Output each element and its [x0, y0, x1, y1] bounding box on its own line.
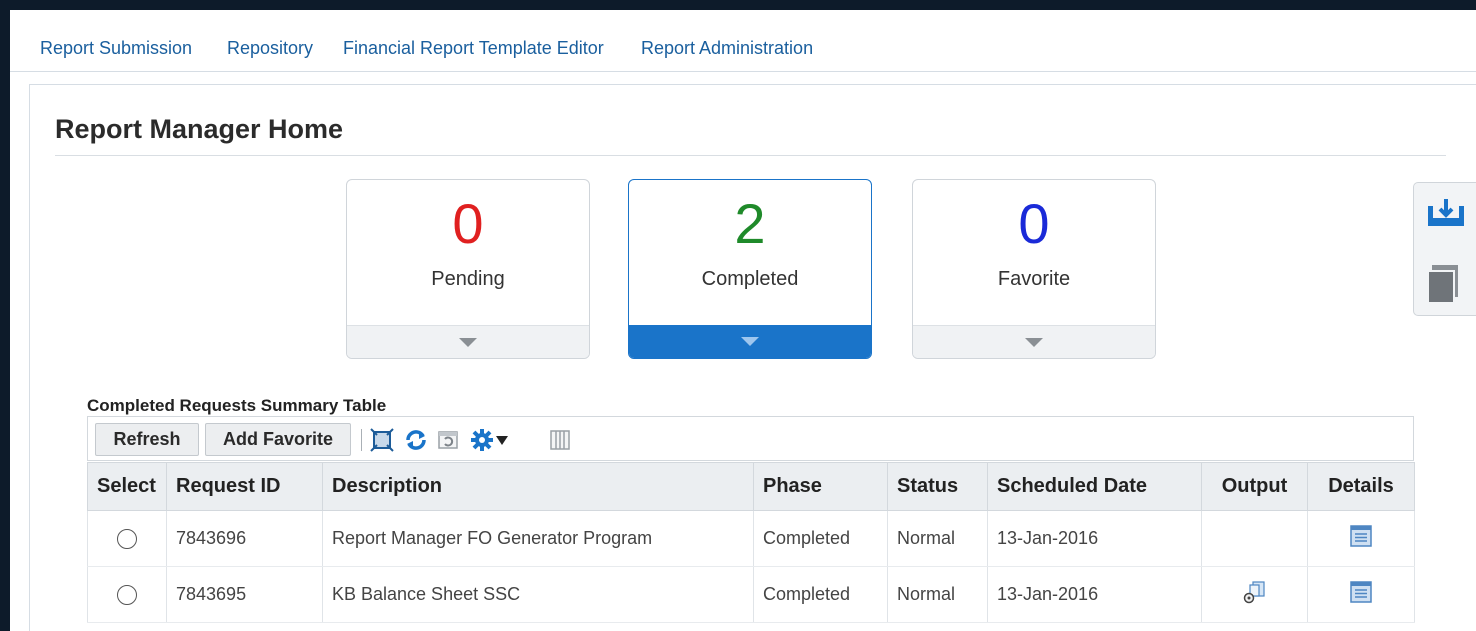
details-icon[interactable]	[1350, 581, 1372, 608]
scheduled-date-cell: 13-Jan-2016	[987, 566, 1202, 623]
details-cell	[1307, 510, 1415, 567]
column-header-description[interactable]: Description	[322, 462, 754, 511]
settings-icon[interactable]	[470, 428, 494, 452]
favorite-count: 0	[1018, 192, 1050, 255]
freeze-columns-icon[interactable]	[548, 428, 572, 452]
completed-count: 2	[734, 192, 766, 255]
favorite-expand-bar[interactable]	[913, 325, 1155, 358]
view-output-icon[interactable]	[1242, 579, 1268, 610]
status-cell: Normal	[887, 566, 988, 623]
chevron-down-icon	[459, 338, 477, 347]
refresh-button[interactable]: Refresh	[95, 423, 199, 456]
request-id-cell: 7843695	[166, 566, 323, 623]
nav-repository[interactable]: Repository	[227, 38, 313, 59]
output-cell	[1201, 510, 1308, 567]
details-icon[interactable]	[1350, 525, 1372, 552]
tile-pending[interactable]: 0 Pending	[346, 179, 590, 359]
phase-cell: Completed	[753, 566, 888, 623]
nav-financial-report-template-editor[interactable]: Financial Report Template Editor	[343, 38, 604, 59]
details-cell	[1307, 566, 1415, 623]
pending-label: Pending	[431, 268, 505, 290]
column-header-request-id[interactable]: Request ID	[166, 462, 323, 511]
settings-dropdown-icon[interactable]	[496, 436, 508, 445]
table-row[interactable]: 7843695 KB Balance Sheet SSC Completed N…	[87, 566, 1415, 623]
request-id-cell: 7843696	[166, 510, 323, 567]
copy-icon[interactable]	[1414, 251, 1476, 317]
pending-count: 0	[452, 192, 484, 255]
app-window: Report Submission Repository Financial R…	[10, 10, 1476, 631]
table-row[interactable]: 7843696 Report Manager FO Generator Prog…	[87, 510, 1415, 567]
column-header-phase[interactable]: Phase	[753, 462, 888, 511]
table-caption: Completed Requests Summary Table	[87, 396, 387, 415]
completed-expand-bar[interactable]	[629, 325, 871, 358]
top-navigation: Report Submission Repository Financial R…	[10, 10, 1476, 72]
tile-favorite[interactable]: 0 Favorite	[912, 179, 1156, 359]
detach-icon[interactable]	[370, 428, 394, 452]
toolbar-separator	[361, 429, 362, 451]
reset-icon[interactable]	[436, 428, 460, 452]
table-toolbar: Refresh Add Favorite	[87, 416, 1414, 461]
row-select-radio[interactable]	[117, 529, 137, 550]
select-cell	[87, 566, 167, 623]
column-header-status[interactable]: Status	[887, 462, 988, 511]
side-toolbar	[1413, 182, 1476, 316]
import-icon[interactable]	[1414, 185, 1476, 251]
title-divider	[55, 155, 1446, 156]
nav-report-submission[interactable]: Report Submission	[40, 38, 192, 59]
favorite-label: Favorite	[997, 268, 1071, 290]
column-header-output[interactable]: Output	[1201, 462, 1308, 511]
page-title: Report Manager Home	[55, 114, 344, 144]
phase-cell: Completed	[753, 510, 888, 567]
column-header-details[interactable]: Details	[1307, 462, 1415, 511]
description-cell: KB Balance Sheet SSC	[322, 566, 754, 623]
select-cell	[87, 510, 167, 567]
refresh-icon[interactable]	[404, 428, 428, 452]
column-header-scheduled-date[interactable]: Scheduled Date	[987, 462, 1202, 511]
output-cell	[1201, 566, 1308, 623]
add-favorite-button[interactable]: Add Favorite	[205, 423, 351, 456]
scheduled-date-cell: 13-Jan-2016	[987, 510, 1202, 567]
completed-label: Completed	[701, 268, 799, 290]
pending-expand-bar[interactable]	[347, 325, 589, 358]
chevron-down-icon	[1025, 338, 1043, 347]
table-header-row: Select Request ID Description Phase Stat…	[87, 462, 1415, 511]
tile-completed[interactable]: 2 Completed	[628, 179, 872, 359]
column-header-select[interactable]: Select	[87, 462, 167, 511]
nav-report-administration[interactable]: Report Administration	[641, 38, 813, 59]
status-cell: Normal	[887, 510, 988, 567]
description-cell: Report Manager FO Generator Program	[322, 510, 754, 567]
chevron-down-icon	[741, 337, 759, 346]
row-select-radio[interactable]	[117, 585, 137, 606]
requests-table: Select Request ID Description Phase Stat…	[87, 462, 1415, 623]
